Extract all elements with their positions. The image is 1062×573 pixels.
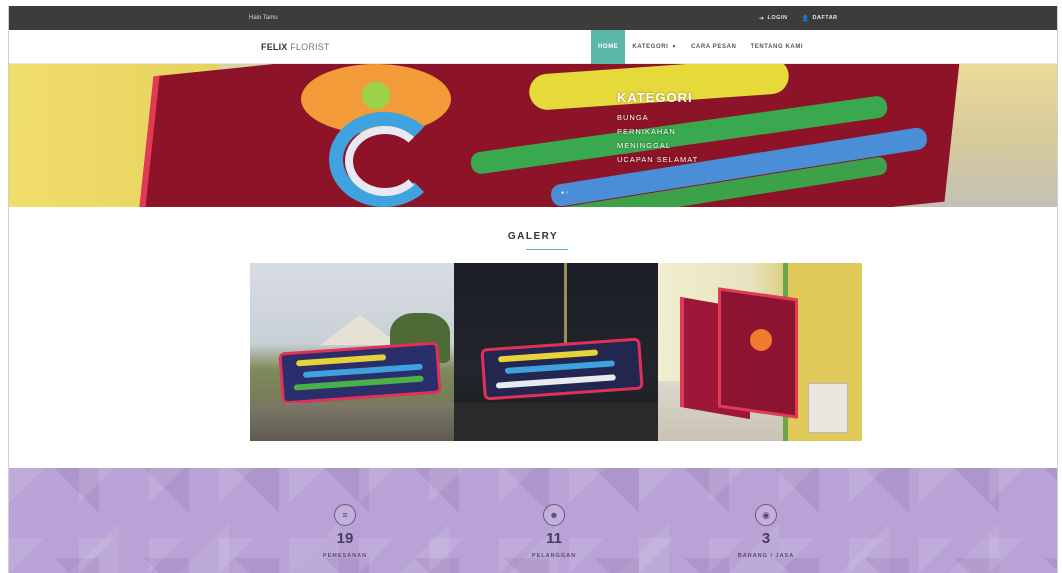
top-bar: Halo Tamu ➜ LOGIN 👤 DAFTAR [9, 6, 1057, 30]
welcome-text: Halo Tamu [249, 15, 278, 21]
stat-value: 19 [336, 530, 354, 547]
user-icon: 👤 [801, 15, 810, 22]
nav-item-cara-pesan[interactable]: CARA PESAN [684, 30, 743, 64]
stat-pelanggan: ☻ 11 PELANGGAN [494, 504, 614, 559]
gallery-photo[interactable] [250, 263, 454, 441]
gallery-title-underline [526, 249, 568, 250]
auth-links: ➜ LOGIN 👤 DAFTAR [759, 15, 838, 22]
stat-label: BARANG / JASA [737, 553, 795, 559]
board-line [504, 360, 615, 374]
stat-label: PELANGGAN [531, 553, 577, 559]
brand-bold: FELIX [261, 42, 288, 52]
kategori-link-ucapan-selamat[interactable]: UCAPAN SELAMAT [617, 153, 698, 167]
photo-box [808, 383, 848, 433]
nav-menu: HOME KATEGORI ▼ CARA PESAN TENTANG KAMI [591, 30, 810, 64]
gallery-photo[interactable] [454, 263, 658, 441]
browser-page: Halo Tamu ➜ LOGIN 👤 DAFTAR FELIX FLORIST… [8, 6, 1058, 573]
gallery-photo[interactable] [658, 263, 862, 441]
hero-banner: ● ○ KATEGORI BUNGA PERNIKAHAN MENINGGAL … [9, 64, 1057, 207]
board-line [495, 374, 616, 389]
hero-swirl-decoration-inner [345, 126, 425, 196]
stats-section: ≡ 19 PEMESANAN ☻ 11 PELANGGAN ◉ 3 BARANG… [9, 468, 1057, 573]
photo-flower-board [718, 287, 798, 419]
photo-house-roof [320, 315, 400, 345]
brand-rest: FLORIST [287, 42, 330, 52]
board-line [293, 375, 424, 391]
caret-down-icon: ▼ [671, 44, 677, 50]
board-line [295, 354, 387, 367]
kategori-link-meninggal[interactable]: MENINGGAL [617, 139, 698, 153]
photo-ground [250, 403, 454, 441]
list-icon: ≡ [334, 504, 356, 526]
photo-flower [750, 329, 772, 351]
register-label: DAFTAR [812, 15, 838, 21]
kategori-link-bunga[interactable]: BUNGA [617, 111, 698, 125]
nav-item-tentang-kami[interactable]: TENTANG KAMI [743, 30, 810, 64]
eye-icon: ◉ [755, 504, 777, 526]
stat-value: 11 [546, 530, 562, 547]
brand-logo[interactable]: FELIX FLORIST [261, 42, 330, 52]
nav-item-label: CARA PESAN [691, 44, 737, 50]
gallery-title: GALERY [507, 231, 559, 242]
kategori-title: KATEGORI [617, 90, 693, 105]
nav-item-label: TENTANG KAMI [750, 44, 804, 50]
login-link[interactable]: ➜ LOGIN [759, 15, 787, 22]
stat-label: PEMESANAN [322, 553, 368, 559]
carousel-indicators[interactable]: ● ○ [561, 190, 568, 196]
board-line [497, 349, 599, 363]
register-link[interactable]: 👤 DAFTAR [801, 15, 837, 22]
nav-item-label: KATEGORI [632, 44, 669, 50]
main-navbar: FELIX FLORIST HOME KATEGORI ▼ CARA PESAN… [9, 30, 1057, 64]
hero-kategori-panel: KATEGORI BUNGA PERNIKAHAN MENINGGAL UCAP… [617, 90, 698, 167]
photo-flower-board [278, 341, 442, 405]
nav-item-label: HOME [598, 44, 619, 50]
stat-pemesanan: ≡ 19 PEMESANAN [285, 504, 405, 559]
nav-item-home[interactable]: HOME [591, 30, 626, 64]
stat-value: 3 [761, 530, 771, 547]
sign-in-icon: ➜ [759, 15, 765, 22]
login-label: LOGIN [767, 15, 788, 21]
gallery-photos [250, 263, 879, 441]
photo-ground [454, 403, 658, 441]
stat-barang-jasa: ◉ 3 BARANG / JASA [706, 504, 826, 559]
users-icon: ☻ [543, 504, 565, 526]
nav-item-kategori[interactable]: KATEGORI ▼ [625, 30, 684, 64]
photo-pole [564, 263, 567, 353]
kategori-link-pernikahan[interactable]: PERNIKAHAN [617, 125, 698, 139]
photo-flower-board [480, 337, 644, 401]
